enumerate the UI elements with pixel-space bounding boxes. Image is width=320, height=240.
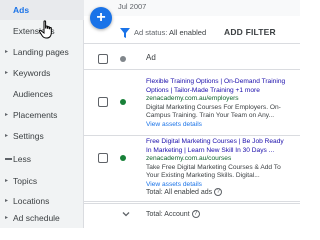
row-checkbox[interactable]	[98, 97, 108, 107]
expand-arrow-icon: ▸	[5, 112, 9, 118]
expand-arrow-icon: ▸	[5, 70, 9, 76]
total-account-text: Total: Account	[146, 210, 190, 218]
column-header-ad[interactable]: Ad	[146, 53, 156, 62]
filter-icon[interactable]	[120, 28, 130, 38]
sidebar-item-label: Ad schedule	[13, 213, 60, 223]
total-account-label: Total: Account?	[146, 210, 200, 218]
select-all-checkbox[interactable]	[98, 54, 108, 64]
ad-description: Campus Training. Train Your Team on Any.…	[146, 112, 275, 120]
sidebar-item-label: Landing pages	[13, 47, 69, 57]
ad-status-filter[interactable]: Ad status: All enabled	[134, 28, 206, 37]
sidebar-item-topics[interactable]: ▸ Topics	[0, 171, 84, 191]
ad-description: Your Existing Marketing Skills. Digital.…	[146, 172, 260, 180]
collapse-dash-icon	[5, 158, 12, 160]
sidebar-item-keywords[interactable]: ▸ Keywords	[0, 63, 84, 83]
sidebar-item-label: Audiences	[13, 89, 53, 99]
sidebar-item-ad-schedule[interactable]: ▸ Ad schedule	[0, 208, 84, 228]
table-row: Flexible Training Options | On-Demand Tr…	[84, 70, 300, 136]
date-label: Jul 2007	[118, 2, 147, 11]
sidebar-item-placements[interactable]: ▸ Placements	[0, 105, 84, 125]
ad-description: Take Free Digital Marketing Courses & Ad…	[146, 163, 281, 171]
ad-display-url: zenacademy.com.au/employers	[146, 95, 239, 103]
sidebar-item-label: Keywords	[13, 68, 51, 78]
sidebar-item-settings[interactable]: ▸ Settings	[0, 126, 84, 146]
expand-arrow-icon: ▸	[5, 215, 9, 221]
total-enabled-text: Total: All enabled ads	[146, 188, 213, 196]
ad-status-value: All enabled	[169, 28, 207, 37]
sidebar-item-label: Ads	[13, 5, 30, 15]
add-filter-button[interactable]: ADD FILTER	[224, 27, 276, 37]
row-checkbox[interactable]	[98, 153, 108, 163]
sidebar-item-label: Topics	[13, 176, 38, 186]
ad-headline[interactable]: In Marketing | Learn New Skill In 30 Day…	[146, 147, 300, 156]
table-header: Ad	[84, 44, 300, 70]
chevron-down-icon[interactable]	[122, 210, 130, 218]
expand-arrow-icon: ▸	[5, 178, 9, 184]
expand-arrow-icon: ▸	[5, 49, 9, 55]
ad-display-url: zenacademy.com.au/courses	[146, 155, 232, 163]
ad-status-prefix: Ad status:	[134, 28, 170, 37]
main-panel: Jul 2007 + Ad status: All enabled ADD FI…	[84, 0, 300, 228]
ad-headline[interactable]: Options | Tailor-Made Training +1 more	[146, 87, 300, 96]
total-enabled-row: Total: All enabled ads?	[84, 182, 300, 204]
status-enabled-icon	[120, 99, 126, 105]
status-column-icon	[120, 56, 126, 62]
filter-bar: Ad status: All enabled ADD FILTER	[84, 22, 300, 44]
sidebar-item-ads[interactable]: Ads	[0, 0, 84, 20]
sidebar-item-label: Settings	[13, 131, 44, 141]
status-enabled-icon	[120, 155, 126, 161]
sidebar-item-label: Less	[13, 154, 31, 164]
mouse-cursor-icon	[38, 20, 52, 39]
view-assets-details-link[interactable]: View assets details	[146, 121, 300, 130]
ad-preview: Flexible Training Options | On-Demand Tr…	[146, 78, 300, 130]
expand-arrow-icon: ▸	[5, 133, 9, 139]
sidebar-item-label: Placements	[13, 110, 58, 120]
ad-headline[interactable]: Flexible Training Options | On-Demand Tr…	[146, 78, 300, 87]
total-account-row: Total: Account?	[84, 204, 300, 226]
sidebar-item-less[interactable]: Less	[0, 149, 84, 169]
total-enabled-label: Total: All enabled ads?	[146, 188, 223, 196]
help-icon[interactable]: ?	[214, 188, 223, 196]
sidebar-item-audiences[interactable]: Audiences	[0, 84, 84, 104]
sidebar-item-landing-pages[interactable]: ▸ Landing pages	[0, 42, 84, 62]
date-strip: Jul 2007	[84, 0, 300, 16]
ad-description: Digital Marketing Courses For Employers.…	[146, 103, 281, 111]
help-icon[interactable]: ?	[191, 210, 200, 218]
ad-headline[interactable]: Free Digital Marketing Courses | Be Job …	[146, 138, 300, 147]
